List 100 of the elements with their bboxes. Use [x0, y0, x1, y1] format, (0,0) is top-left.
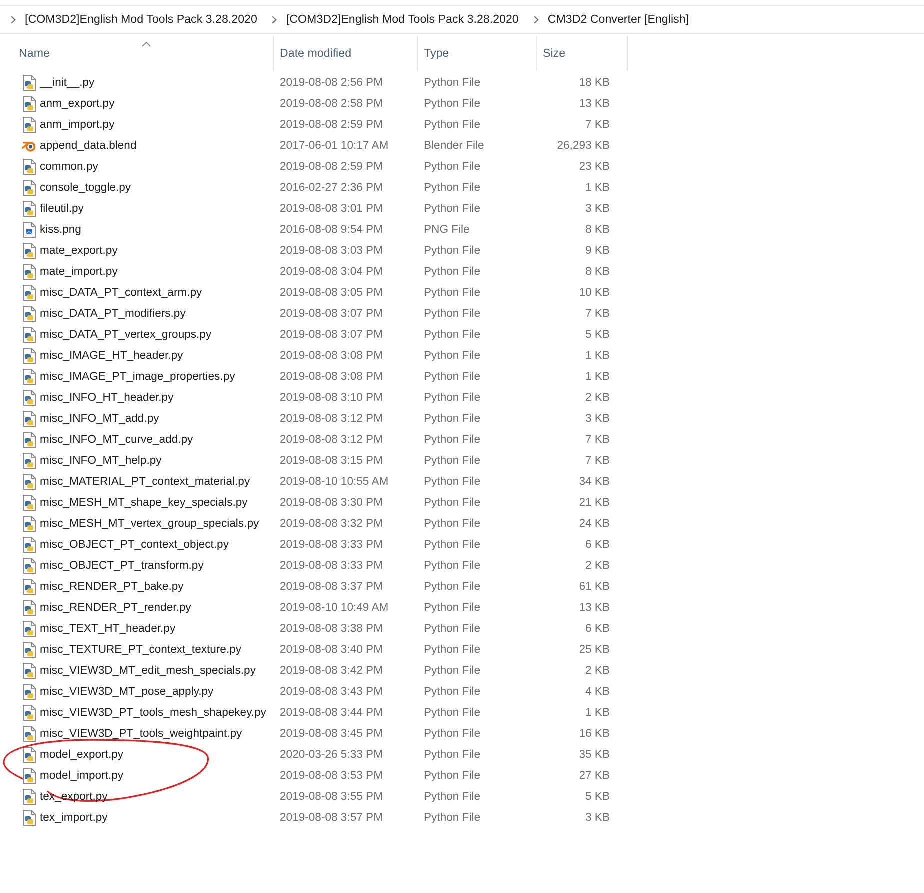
date-modified-cell-text: 2019-08-08 2:56 PM — [279, 76, 384, 88]
file-type-cell-text: Python File — [423, 454, 482, 466]
column-header[interactable]: Type — [418, 36, 537, 71]
file-name[interactable]: common.py — [40, 160, 98, 172]
file-name[interactable]: misc_IMAGE_PT_image_properties.py — [40, 370, 236, 382]
sort-caret-icon — [142, 42, 150, 47]
file-type-cell-text: Python File — [423, 770, 482, 782]
date-modified-cell-text: 2019-08-08 3:08 PM — [279, 370, 384, 382]
python-file-icon — [22, 116, 36, 132]
column-header[interactable]: Date modified — [274, 36, 418, 71]
file-name[interactable]: misc_RENDER_PT_render.py — [40, 602, 192, 614]
file-name[interactable]: misc_INFO_MT_add.py — [40, 412, 160, 424]
python-file-icon — [22, 348, 36, 364]
file-name[interactable]: fileutil.py — [40, 202, 84, 214]
python-file-icon — [22, 600, 36, 616]
file-size-cell-text: 7 KB — [584, 434, 611, 446]
python-file-icon — [22, 620, 36, 636]
file-name[interactable]: misc_OBJECT_PT_context_object.py — [40, 538, 229, 550]
date-modified-cell-text: 2019-08-08 3:33 PM — [279, 560, 384, 572]
file-name[interactable]: model_export.py — [40, 748, 124, 760]
file-name[interactable]: misc_TEXT_HT_header.py — [40, 622, 176, 634]
file-name[interactable]: misc_RENDER_PT_bake.py — [40, 580, 184, 592]
python-file-icon — [22, 516, 36, 532]
file-name[interactable]: misc_DATA_PT_context_arm.py — [40, 286, 202, 298]
file-type-cell-text: Python File — [423, 434, 482, 446]
file-name[interactable]: misc_VIEW3D_PT_tools_weightpaint.py — [40, 728, 242, 740]
file-name[interactable]: misc_VIEW3D_MT_edit_mesh_specials.py — [40, 664, 256, 676]
file-size-cell-text: 1 KB — [584, 350, 611, 362]
python-file-icon — [22, 306, 36, 322]
python-file-icon — [22, 788, 36, 804]
python-file-icon — [22, 494, 36, 510]
file-name[interactable]: misc_VIEW3D_MT_pose_apply.py — [40, 686, 214, 698]
file-type-cell-text: Python File — [423, 644, 482, 656]
python-file-icon — [22, 264, 36, 280]
python-file-icon — [22, 474, 36, 490]
file-name[interactable]: misc_DATA_PT_modifiers.py — [40, 308, 186, 320]
file-name[interactable]: misc_MESH_MT_shape_key_specials.py — [40, 496, 248, 508]
date-modified-cell-text: 2019-08-08 3:08 PM — [279, 350, 384, 362]
file-size-cell-text: 27 KB — [578, 770, 611, 782]
file-type-cell-text: Python File — [423, 496, 482, 508]
file-name[interactable]: __init__.py — [40, 76, 95, 88]
breadcrumb-item[interactable]: [COM3D2]English Mod Tools Pack 3.28.2020 — [25, 13, 258, 26]
python-file-icon — [22, 704, 36, 720]
file-type-cell-text: Python File — [423, 160, 482, 172]
breadcrumb-item[interactable]: CM3D2 Converter [English] — [548, 13, 689, 26]
python-file-icon — [22, 726, 36, 742]
file-name[interactable]: misc_INFO_MT_curve_add.py — [40, 434, 194, 446]
file-name[interactable]: misc_INFO_MT_help.py — [40, 454, 162, 466]
file-name[interactable]: console_toggle.py — [40, 182, 132, 194]
file-size-cell-text: 21 KB — [578, 496, 611, 508]
file-name[interactable]: model_import.py — [40, 770, 124, 782]
date-modified-cell-text: 2019-08-08 3:03 PM — [279, 244, 384, 256]
file-type-cell-text: Python File — [423, 266, 482, 278]
file-name[interactable]: misc_DATA_PT_vertex_groups.py — [40, 328, 212, 340]
file-size-cell-text: 3 KB — [584, 812, 611, 824]
file-size-cell-text: 18 KB — [578, 76, 611, 88]
column-header[interactable]: Name — [10, 36, 274, 71]
file-size-cell-text: 2 KB — [584, 560, 611, 572]
date-modified-cell-text: 2019-08-08 3:05 PM — [279, 286, 384, 298]
file-size-cell-text: 6 KB — [584, 538, 611, 550]
file-type-cell-text: Python File — [423, 392, 482, 404]
python-file-icon — [22, 684, 36, 700]
file-size-cell-text: 1 KB — [584, 370, 611, 382]
python-file-icon — [22, 410, 36, 426]
file-size-cell-text: 5 KB — [584, 328, 611, 340]
chevron-right-icon — [272, 16, 278, 24]
date-modified-cell-text: 2019-08-08 3:53 PM — [279, 770, 384, 782]
python-file-icon — [22, 642, 36, 658]
file-type-cell-text: Python File — [423, 328, 482, 340]
file-size-cell-text: 3 KB — [584, 202, 611, 214]
date-modified-cell-text: 2019-08-10 10:55 AM — [279, 476, 390, 488]
file-name[interactable]: anm_import.py — [40, 118, 115, 130]
date-modified-cell-text: 2016-02-27 2:36 PM — [279, 182, 384, 194]
file-name[interactable]: misc_MATERIAL_PT_context_material.py — [40, 476, 250, 488]
file-size-cell-text: 3 KB — [584, 412, 611, 424]
file-name[interactable]: misc_INFO_HT_header.py — [40, 392, 174, 404]
file-name[interactable]: misc_IMAGE_HT_header.py — [40, 350, 184, 362]
file-name[interactable]: mate_import.py — [40, 266, 118, 278]
python-file-icon — [22, 536, 36, 552]
file-name[interactable]: misc_OBJECT_PT_transform.py — [40, 560, 204, 572]
file-name[interactable]: misc_MESH_MT_vertex_group_specials.py — [40, 518, 260, 530]
file-type-cell-text: Python File — [423, 580, 482, 592]
file-name[interactable]: kiss.png — [40, 224, 82, 236]
file-name[interactable]: misc_TEXTURE_PT_context_texture.py — [40, 644, 242, 656]
python-file-icon — [22, 558, 36, 574]
date-modified-cell-text: 2019-08-08 3:12 PM — [279, 434, 384, 446]
date-modified-cell-text: 2019-08-08 3:07 PM — [279, 308, 384, 320]
file-size-cell-text: 9 KB — [584, 244, 611, 256]
file-name[interactable]: tex_import.py — [40, 812, 108, 824]
file-name[interactable]: append_data.blend — [40, 140, 137, 152]
file-name[interactable]: misc_VIEW3D_PT_tools_mesh_shapekey.py — [40, 706, 266, 718]
breadcrumb-item[interactable]: [COM3D2]English Mod Tools Pack 3.28.2020 — [286, 13, 519, 26]
date-modified-cell-text: 2019-08-08 3:01 PM — [279, 202, 384, 214]
file-size-cell-text: 24 KB — [578, 518, 611, 530]
file-type-cell-text: Python File — [423, 706, 482, 718]
file-name[interactable]: mate_export.py — [40, 244, 118, 256]
file-name[interactable]: anm_export.py — [40, 98, 115, 110]
python-file-icon — [22, 180, 36, 196]
python-file-icon — [22, 578, 36, 594]
column-header[interactable]: Size — [537, 36, 628, 71]
